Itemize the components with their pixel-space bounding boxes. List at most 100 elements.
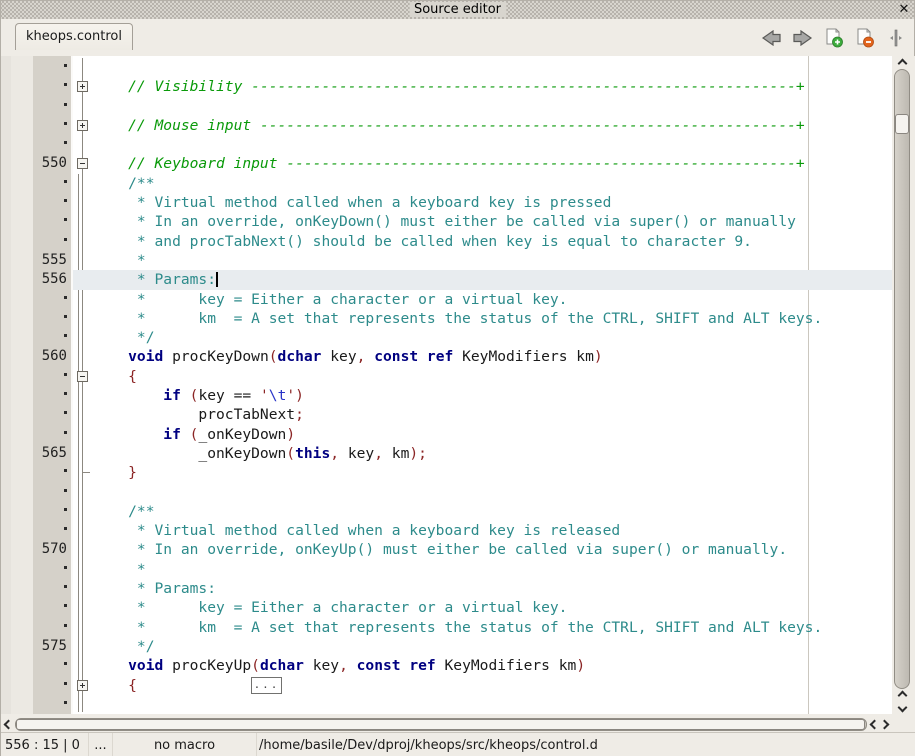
code-line[interactable]: * Params: — [1, 579, 892, 598]
status-file-path: /home/basile/Dev/dproj/kheops/src/kheops… — [257, 733, 915, 756]
collapsed-fold-ellipsis[interactable]: ... — [251, 677, 282, 694]
code-line[interactable] — [1, 58, 892, 77]
code-line[interactable]: } — [1, 463, 892, 482]
token: ( — [269, 348, 278, 365]
code-line[interactable]: * key = Either a character or a virtual … — [1, 598, 892, 617]
close-icon[interactable]: ✕ — [897, 2, 911, 17]
code-line[interactable]: * km = A set that represents the status … — [1, 309, 892, 328]
code-rows: // Visibility --------------------------… — [1, 58, 892, 714]
line-dot — [1, 135, 71, 154]
vertical-scrollbar-thumb[interactable] — [895, 114, 909, 134]
code-line[interactable]: // Mouse input -------------------------… — [1, 116, 892, 135]
fold-gutter-cell[interactable] — [71, 116, 93, 135]
line-dot — [1, 656, 71, 675]
code-line[interactable]: 575 */ — [1, 637, 892, 656]
code-line[interactable]: * km = A set that represents the status … — [1, 618, 892, 637]
fold-gutter-cell[interactable] — [71, 154, 93, 173]
code-line[interactable]: 570 * In an override, onKeyUp() must eit… — [1, 540, 892, 559]
code-text: * Params: — [93, 579, 892, 598]
code-text: */ — [93, 328, 892, 347]
code-line[interactable]: procTabNext; — [1, 405, 892, 424]
code-line[interactable]: 565 _onKeyDown(this, key, km); — [1, 444, 892, 463]
token: + — [796, 155, 805, 172]
current-code-line[interactable]: 556 * Params: — [1, 270, 892, 289]
fold-gutter-cell[interactable] — [71, 367, 93, 386]
line-dot — [1, 676, 71, 695]
code-line[interactable] — [1, 97, 892, 116]
token: ' — [286, 387, 295, 404]
line-dot — [1, 598, 71, 617]
code-line[interactable]: 560 void procKeyDown(dchar key, const re… — [1, 347, 892, 366]
fold-expand-box[interactable] — [77, 120, 88, 131]
code-viewport[interactable]: // Visibility --------------------------… — [1, 56, 892, 714]
code-line[interactable]: {... — [1, 676, 892, 695]
code-line[interactable]: * — [1, 560, 892, 579]
token: } — [93, 464, 137, 481]
code-line[interactable]: */ — [1, 328, 892, 347]
go-back-button[interactable] — [761, 28, 782, 48]
code-text: * Params: — [93, 270, 892, 289]
go-forward-button[interactable] — [792, 28, 813, 48]
code-line[interactable]: 550 // Keyboard input ------------------… — [1, 154, 892, 173]
code-line[interactable]: void procKeyUp(dchar key, const ref KeyM… — [1, 656, 892, 675]
fold-expand-box[interactable] — [77, 680, 88, 691]
code-text: void procKeyUp(dchar key, const ref KeyM… — [93, 656, 892, 675]
fold-collapse-box[interactable] — [77, 371, 88, 382]
code-line[interactable]: // Visibility --------------------------… — [1, 77, 892, 96]
tab-kheops-control[interactable]: kheops.control — [15, 23, 133, 50]
vertical-scrollbar[interactable] — [892, 56, 912, 714]
line-dot — [1, 521, 71, 540]
token: * key = Either a character or a virtual … — [93, 291, 567, 308]
token: * Virtual method called when a keyboard … — [93, 522, 620, 539]
forward-arrow-icon — [792, 30, 813, 46]
fold-gutter-cell — [71, 425, 93, 444]
fold-gutter-cell[interactable] — [71, 676, 93, 695]
code-line[interactable]: { — [1, 367, 892, 386]
code-line[interactable]: /** — [1, 502, 892, 521]
code-line[interactable]: * and procTabNext() should be called whe… — [1, 232, 892, 251]
detach-splitter-button[interactable] — [885, 28, 906, 48]
fold-expand-box[interactable] — [77, 81, 88, 92]
code-line[interactable]: * In an override, onKeyDown() must eithe… — [1, 212, 892, 231]
code-line[interactable]: /** — [1, 174, 892, 193]
new-document-button[interactable] — [823, 28, 844, 48]
line-dot — [1, 425, 71, 444]
close-document-button[interactable] — [854, 28, 875, 48]
code-text: * — [93, 560, 892, 579]
scroll-up-button[interactable] — [892, 57, 912, 69]
dock-title-bar[interactable]: Source editor ✕ — [1, 1, 914, 19]
fold-collapse-box[interactable] — [77, 158, 88, 169]
vertical-scrollbar-track[interactable] — [894, 69, 910, 689]
code-line[interactable]: * Virtual method called when a keyboard … — [1, 193, 892, 212]
code-line[interactable]: 555 * — [1, 251, 892, 270]
code-text: /** — [93, 174, 892, 193]
horizontal-scrollbar[interactable] — [1, 717, 892, 732]
code-text: * — [93, 251, 892, 270]
token: */ — [93, 638, 155, 655]
line-dot — [1, 193, 71, 212]
token: * key = Either a character or a virtual … — [93, 599, 567, 616]
horizontal-scrollbar-thumb[interactable] — [16, 719, 865, 730]
code-line[interactable] — [1, 483, 892, 502]
fold-gutter-cell — [71, 232, 93, 251]
scroll-down-button[interactable] — [892, 701, 912, 713]
scroll-up-button-secondary[interactable] — [892, 689, 912, 701]
token: \t — [269, 387, 287, 404]
token: * — [93, 252, 146, 269]
token — [181, 426, 190, 443]
code-line[interactable]: * Virtual method called when a keyboard … — [1, 521, 892, 540]
code-line[interactable] — [1, 135, 892, 154]
code-line[interactable]: * key = Either a character or a virtual … — [1, 290, 892, 309]
code-line[interactable]: if (_onKeyDown) — [1, 425, 892, 444]
fold-gutter-cell[interactable] — [71, 77, 93, 96]
line-dot — [1, 290, 71, 309]
token: KeyModifiers km — [436, 657, 577, 674]
scroll-left-button[interactable] — [2, 717, 14, 732]
code-line[interactable]: if (key == '\t') — [1, 386, 892, 405]
code-line[interactable] — [1, 695, 892, 714]
code-text: if (_onKeyDown) — [93, 425, 892, 444]
scroll-right-button[interactable] — [878, 717, 890, 732]
token: ; — [295, 406, 304, 423]
code-text: * km = A set that represents the status … — [93, 309, 892, 328]
token: ) — [286, 426, 295, 443]
